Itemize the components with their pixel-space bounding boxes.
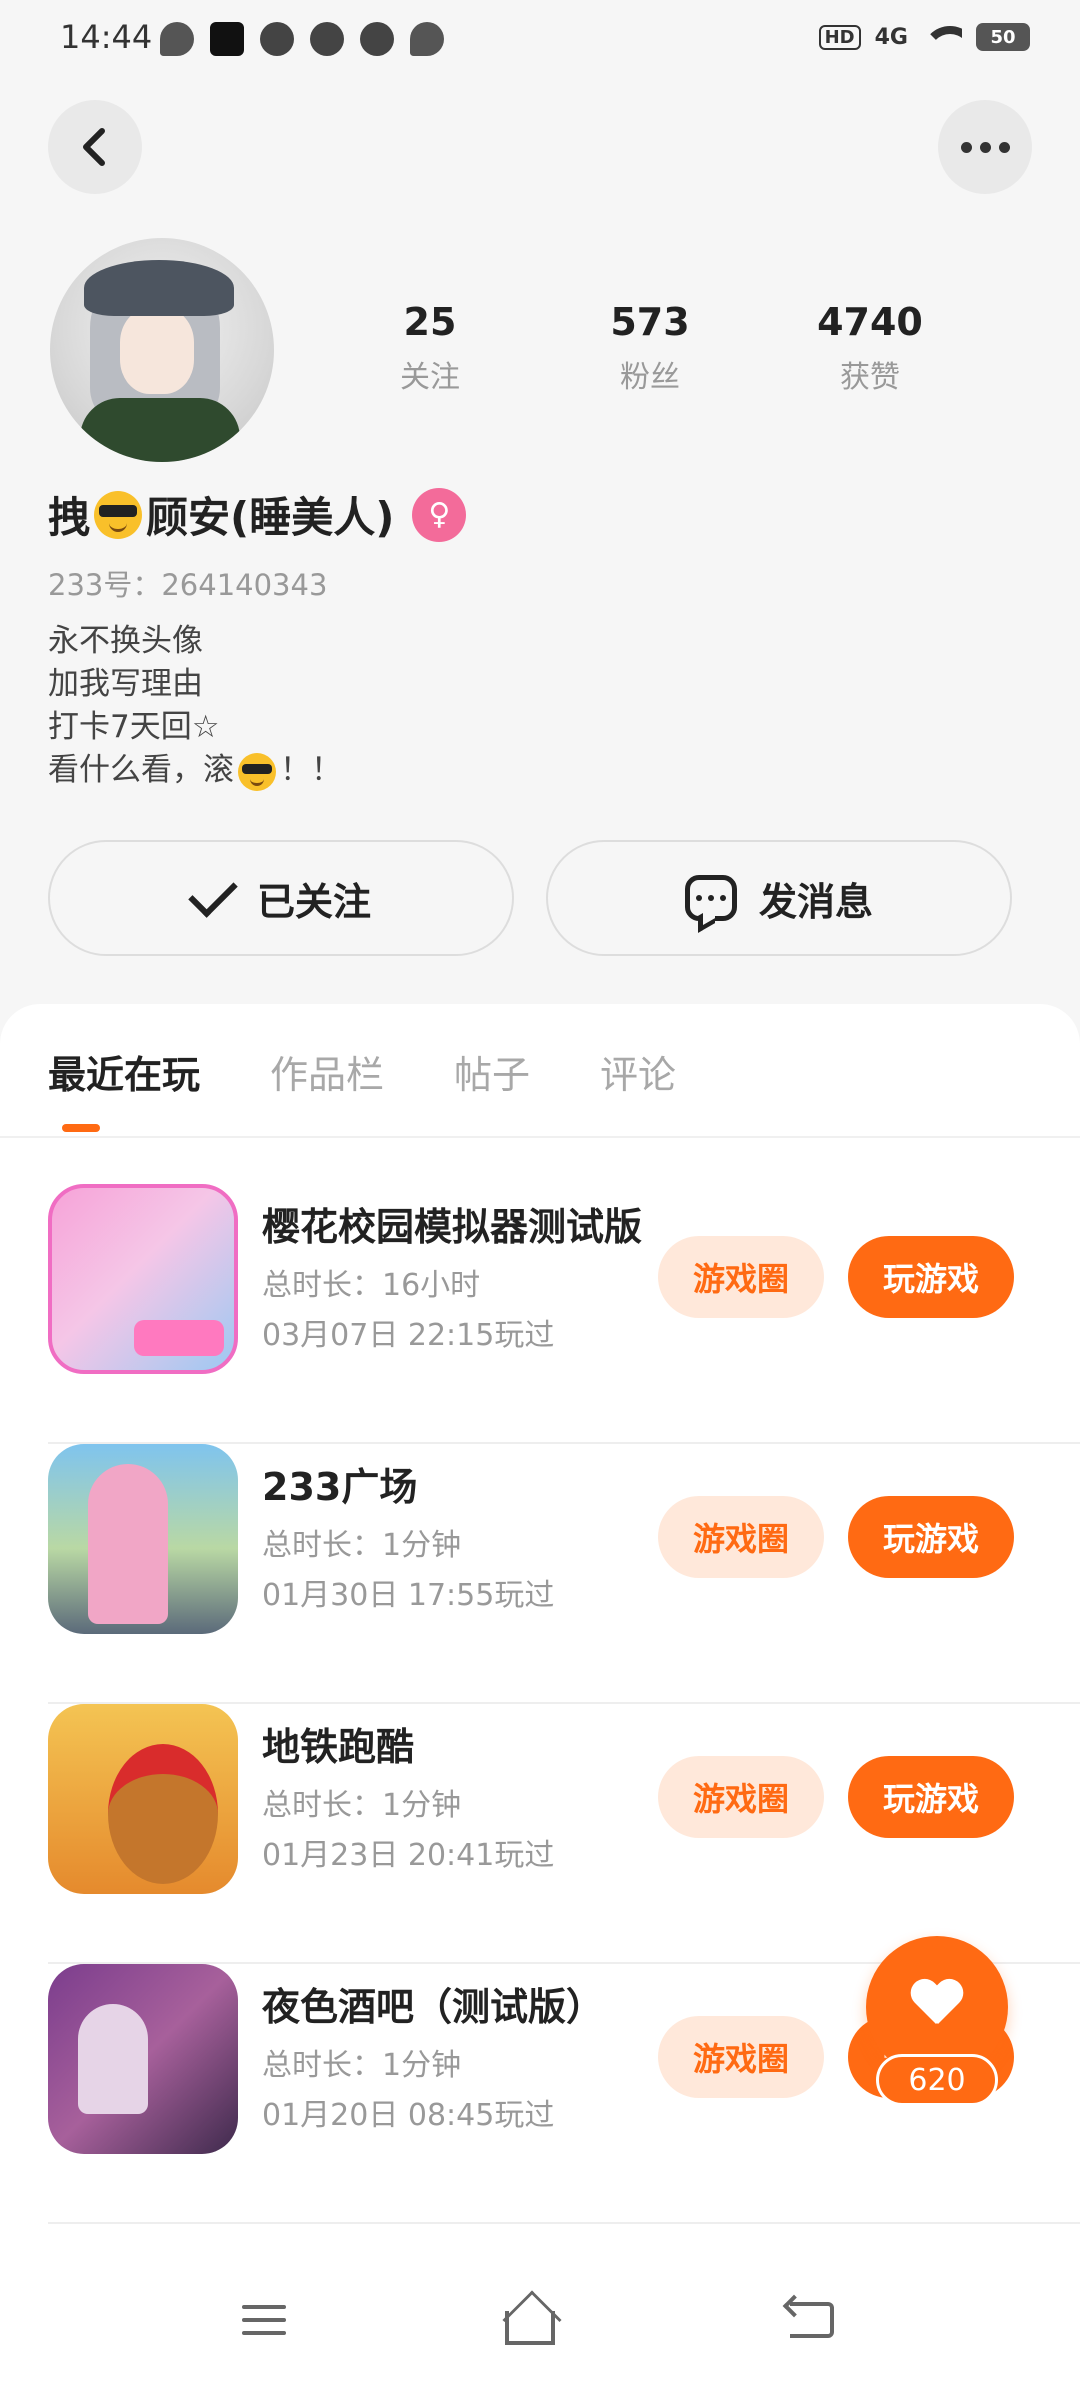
baidu-notification-icon bbox=[360, 22, 394, 56]
game-last-played: 01月20日 08:45玩过 bbox=[262, 2098, 555, 2133]
sunglasses-emoji-icon bbox=[94, 490, 143, 539]
back-arrow-icon bbox=[790, 2302, 834, 2338]
tab-posts[interactable]: 帖子 bbox=[454, 1044, 530, 1099]
following-label: 已关注 bbox=[256, 879, 371, 924]
hd-icon: HD bbox=[818, 24, 861, 50]
send-message-label: 发消息 bbox=[758, 879, 873, 924]
tab-recently-played[interactable]: 最近在玩 bbox=[48, 1044, 200, 1099]
user-id: 233号：264140343 bbox=[48, 568, 328, 602]
bio-last-suffix: ！！ bbox=[280, 752, 342, 788]
notification-icons bbox=[160, 22, 444, 56]
tab-works[interactable]: 作品栏 bbox=[270, 1044, 384, 1099]
compass-notification-icon bbox=[310, 22, 344, 56]
wifi-icon bbox=[922, 22, 962, 52]
nickname-part1: 拽 bbox=[48, 493, 91, 542]
nickname-part2: 顾安(睡美人) bbox=[146, 493, 395, 542]
browser-notification-icon bbox=[260, 22, 294, 56]
game-title: 樱花校园模拟器测试版 bbox=[262, 1205, 642, 1249]
female-gender-icon: ♀ bbox=[412, 487, 467, 542]
avatar[interactable] bbox=[50, 238, 274, 462]
sunglasses-emoji-icon bbox=[238, 752, 276, 791]
play-game-button[interactable]: 玩游戏 bbox=[848, 1236, 1014, 1318]
bio: 永不换头像 加我写理由 打卡7天回☆ 看什么看，滚 ！！ bbox=[48, 620, 342, 792]
status-bar: 14:44 HD 4G 50 bbox=[0, 0, 1080, 80]
bio-line: 加我写理由 bbox=[48, 666, 203, 702]
send-message-button[interactable]: 发消息 bbox=[546, 840, 1012, 956]
battery-icon: 50 bbox=[976, 23, 1030, 51]
game-circle-button[interactable]: 游戏圈 bbox=[658, 1756, 824, 1838]
profile-stats: 25 关注 573 粉丝 4740 获赞 bbox=[350, 300, 950, 396]
message-notification-icon bbox=[160, 22, 194, 56]
game-duration: 总时长：1分钟 bbox=[262, 2048, 462, 2083]
play-game-button[interactable]: 玩游戏 bbox=[848, 1756, 1014, 1838]
game-last-played: 01月30日 17:55玩过 bbox=[262, 1578, 555, 1613]
like-button[interactable]: 620 bbox=[866, 1936, 1008, 2108]
menu-line bbox=[242, 2318, 286, 2322]
system-status-icons: HD 4G 50 bbox=[818, 22, 1030, 52]
game-duration: 总时长：1分钟 bbox=[262, 1528, 462, 1563]
following-button[interactable]: 已关注 bbox=[48, 840, 514, 956]
nickname: 拽 顾安(睡美人) ♀ bbox=[48, 484, 467, 545]
status-time: 14:44 bbox=[60, 18, 153, 56]
chevron-left-icon bbox=[83, 128, 105, 166]
play-game-button[interactable]: 玩游戏 bbox=[848, 1496, 1014, 1578]
system-back-button[interactable] bbox=[782, 2290, 842, 2350]
stat-followers-label: 粉丝 bbox=[620, 360, 680, 395]
game-icon[interactable] bbox=[48, 1704, 238, 1894]
stat-likes-count: 4740 bbox=[817, 300, 923, 344]
menu-line bbox=[242, 2305, 286, 2309]
game-row[interactable]: 233广场 总时长：1分钟 01月30日 17:55玩过 游戏圈 玩游戏 bbox=[0, 1444, 1080, 1704]
stat-following-count: 25 bbox=[403, 300, 457, 344]
game-title: 地铁跑酷 bbox=[262, 1725, 415, 1769]
bio-line-last: 看什么看，滚 ！！ bbox=[48, 749, 342, 792]
more-options-button[interactable] bbox=[938, 100, 1032, 194]
profile-tabs: 最近在玩 作品栏 帖子 评论 bbox=[48, 1044, 676, 1099]
stat-followers[interactable]: 573 粉丝 bbox=[570, 300, 730, 396]
stat-followers-count: 573 bbox=[610, 300, 690, 344]
bio-line: 打卡7天回☆ bbox=[48, 709, 220, 745]
game-circle-button[interactable]: 游戏圈 bbox=[658, 1496, 824, 1578]
game-last-played: 01月23日 20:41玩过 bbox=[262, 1838, 555, 1873]
game-circle-button[interactable]: 游戏圈 bbox=[658, 2016, 824, 2098]
content-panel: 最近在玩 作品栏 帖子 评论 樱花校园模拟器测试版 总时长：16小时 03月07… bbox=[0, 1004, 1080, 2400]
game-row[interactable]: 地铁跑酷 总时长：1分钟 01月23日 20:41玩过 游戏圈 玩游戏 bbox=[0, 1704, 1080, 1964]
back-button[interactable] bbox=[48, 100, 142, 194]
stat-likes[interactable]: 4740 获赞 bbox=[790, 300, 950, 396]
game-row[interactable]: 樱花校园模拟器测试版 总时长：16小时 03月07日 22:15玩过 游戏圈 玩… bbox=[0, 1184, 1080, 1444]
game-title: 233广场 bbox=[262, 1465, 418, 1509]
stat-following[interactable]: 25 关注 bbox=[350, 300, 510, 396]
stat-likes-label: 获赞 bbox=[840, 360, 900, 395]
game-title: 夜色酒吧（测试版） bbox=[262, 1985, 605, 2029]
heart-icon bbox=[912, 1980, 962, 2026]
stat-following-label: 关注 bbox=[400, 360, 460, 395]
divider bbox=[48, 2222, 1080, 2224]
bio-last-prefix: 看什么看，滚 bbox=[48, 752, 234, 788]
cellular-signal-icon: 4G bbox=[874, 24, 908, 50]
checkmark-icon bbox=[188, 868, 238, 918]
bio-line: 永不换头像 bbox=[48, 623, 203, 659]
chat-bubble-icon bbox=[684, 875, 737, 921]
game-last-played: 03月07日 22:15玩过 bbox=[262, 1318, 555, 1353]
divider bbox=[0, 1136, 1080, 1138]
game-icon[interactable] bbox=[48, 1184, 238, 1374]
home-button[interactable] bbox=[500, 2290, 560, 2350]
like-count: 620 bbox=[876, 2054, 998, 2106]
game-duration: 总时长：1分钟 bbox=[262, 1788, 462, 1823]
tiktok-notification-icon bbox=[210, 22, 244, 56]
game-icon[interactable] bbox=[48, 1444, 238, 1634]
game-circle-button[interactable]: 游戏圈 bbox=[658, 1236, 824, 1318]
menu-line bbox=[242, 2331, 286, 2335]
game-icon[interactable] bbox=[48, 1964, 238, 2154]
system-nav-bar bbox=[0, 2240, 1080, 2400]
recent-apps-button[interactable] bbox=[234, 2290, 294, 2350]
home-icon bbox=[505, 2311, 555, 2345]
more-dots-icon bbox=[960, 141, 1010, 153]
game-duration: 总时长：16小时 bbox=[262, 1268, 481, 1303]
tab-comments[interactable]: 评论 bbox=[600, 1044, 676, 1099]
cloud-notification-icon bbox=[410, 22, 444, 56]
active-tab-indicator bbox=[62, 1124, 100, 1132]
